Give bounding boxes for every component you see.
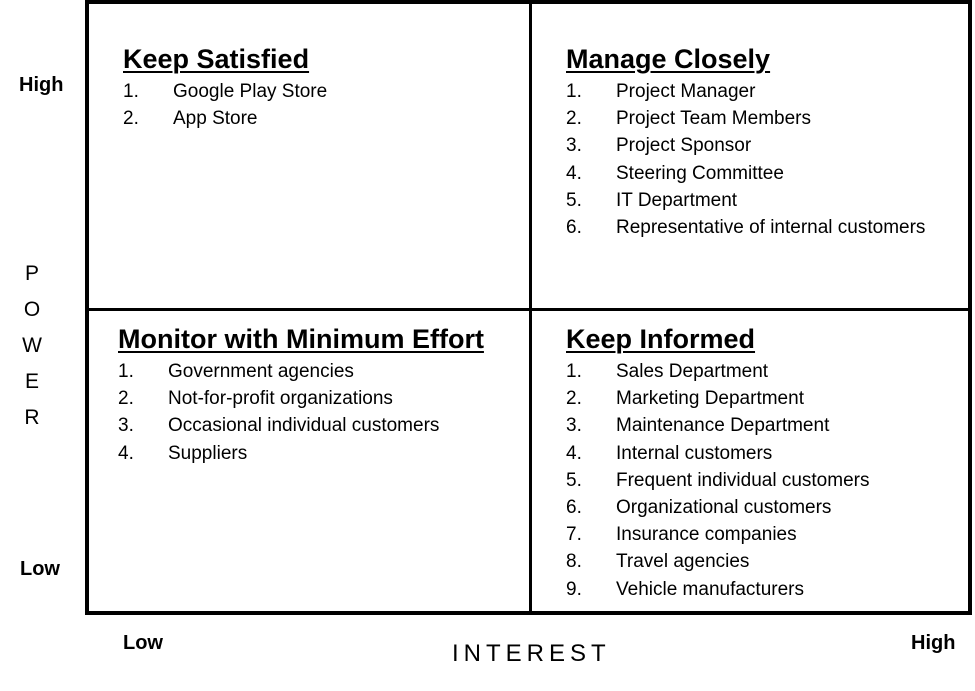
stakeholder-list: 1. Sales Department 2. Marketing Department… [566,358,869,603]
stakeholder-item: 9. Vehicle manufacturers [566,576,869,603]
item-text: Steering Committee [616,162,784,184]
stakeholder-item: 6. Organizational customers [566,494,869,521]
item-text: Frequent individual customers [616,469,870,491]
stakeholder-list: 1. Google Play Store 2. App Store [123,78,327,132]
quadrant-title: Keep Satisfied [123,44,310,74]
item-number: 3. [566,135,582,157]
item-text: Internal customers [616,442,773,464]
item-number: 6. [566,497,582,519]
item-number: 3. [566,415,582,437]
item-text: Vehicle manufacturers [616,578,804,600]
stakeholder-item: 2. Not-for-profit organizations [118,385,498,412]
stakeholder-item: 2. Project Team Members [566,105,925,132]
stakeholder-item: 3. Occasional individual customers [118,412,498,439]
item-number: 4. [566,442,582,464]
stakeholder-item: 3. Maintenance Department [566,412,869,439]
stakeholder-item: 4. Internal customers [566,440,869,467]
item-text: Project Sponsor [616,135,752,157]
stakeholder-list: 1. Government agencies 2. Not-for-profit or… [118,358,498,467]
item-number: 2. [123,108,139,130]
stakeholder-item: 1. Government agencies [118,358,498,385]
item-number: 9. [566,578,582,600]
item-text: Travel agencies [616,551,750,573]
power-axis-title: POWER [22,262,42,429]
stakeholder-item: 1. Sales Department [566,358,869,385]
stakeholder-matrix: Keep Satisfied 1. Google Play Store 2. App … [85,0,972,615]
item-text: Project Team Members [616,108,811,130]
stakeholder-item: 6. Representative of internal customers [566,214,925,241]
item-text: Google Play Store [173,81,328,102]
item-text: Insurance companies [616,524,797,546]
stakeholder-item: 4. Suppliers [118,440,498,467]
item-number: 5. [566,469,582,491]
item-text: Government agencies [168,361,354,382]
item-text: Occasional individual customers [168,415,440,437]
item-number: 1. [123,81,139,102]
item-number: 6. [566,217,582,239]
quadrant-keep-satisfied: Keep Satisfied 1. Google Play Store 2. App … [123,40,327,132]
item-text: IT Department [616,189,738,211]
item-text: Not-for-profit organizations [168,388,393,410]
quadrant-keep-informed: Keep Informed 1. Sales Department 2. Market… [566,320,869,603]
interest-high-label: High [911,632,956,654]
stakeholder-item: 4. Steering Committee [566,160,925,187]
quadrant-title: Manage Closely [566,44,771,74]
item-text: Representative of internal customers [616,217,926,239]
stakeholder-item: 1. Google Play Store [123,78,327,105]
stakeholder-item: 1. Project Manager [566,78,925,105]
stakeholder-item: 5. Frequent individual customers [566,467,869,494]
quadrant-title: Monitor with Minimum Effort [118,324,484,354]
item-text: Sales Department [616,361,769,382]
quadrant-monitor-minimum-effort: Monitor with Minimum Effort 1. Government… [118,320,498,467]
item-text: App Store [173,108,258,130]
item-number: 1. [566,361,582,382]
item-number: 4. [118,442,134,464]
item-text: Maintenance Department [616,415,830,437]
item-number: 2. [566,388,582,410]
item-number: 1. [566,81,582,102]
quadrant-manage-closely: Manage Closely 1. Project Manager 2. Projec… [566,40,925,241]
quadrant-title: Keep Informed [566,324,756,354]
item-number: 5. [566,189,582,211]
stakeholder-item: 3. Project Sponsor [566,132,925,159]
item-number: 3. [118,415,134,437]
item-number: 2. [566,108,582,130]
stakeholder-item: 7. Insurance companies [566,521,869,548]
power-high-label: High [19,74,64,96]
item-number: 2. [118,388,134,410]
stakeholder-item: 5. IT Department [566,187,925,214]
interest-low-label: Low [123,632,163,654]
item-text: Marketing Department [616,388,804,410]
stakeholder-item: 8. Travel agencies [566,548,869,575]
stakeholder-item: 2. Marketing Department [566,385,869,412]
item-text: Project Manager [616,81,756,102]
horizontal-divider [89,308,968,311]
interest-axis-title: INTEREST [452,640,611,667]
item-text: Suppliers [168,442,248,464]
stakeholder-item: 2. App Store [123,105,327,132]
stakeholder-list: 1. Project Manager 2. Project Team Members 3… [566,78,925,241]
item-text: Organizational customers [616,497,832,519]
item-number: 8. [566,551,582,573]
item-number: 4. [566,162,582,184]
power-low-label: Low [20,558,60,580]
item-number: 7. [566,524,582,546]
item-number: 1. [118,361,134,382]
